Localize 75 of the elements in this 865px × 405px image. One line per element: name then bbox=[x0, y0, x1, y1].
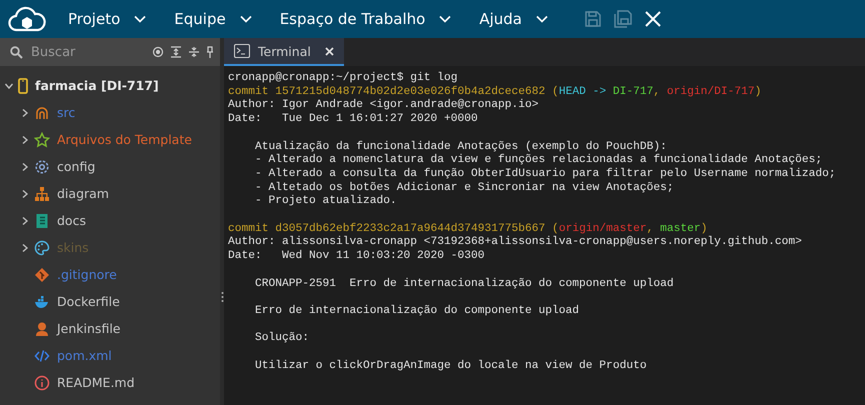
chevron-icon[interactable] bbox=[20, 108, 30, 118]
folder-item[interactable]: docs bbox=[57, 213, 86, 228]
folder-item[interactable]: Arquivos do Template bbox=[57, 132, 192, 147]
terminal-text: ) bbox=[754, 86, 762, 98]
chevron-down-icon bbox=[536, 15, 548, 23]
project-name[interactable]: farmacia [DI-717] bbox=[35, 78, 159, 93]
menu-item[interactable]: Ajuda bbox=[467, 0, 558, 38]
menu-item[interactable]: Projeto bbox=[56, 0, 156, 38]
pin-icon[interactable] bbox=[206, 46, 214, 58]
terminal-tab[interactable]: Terminal bbox=[224, 38, 344, 66]
arch-icon bbox=[34, 104, 50, 120]
terminal-text: ) bbox=[700, 222, 708, 235]
chevron-down-icon bbox=[134, 15, 146, 23]
terminal-text: commit 1571215d048774b02d2e03e026f0b4a2dcece682 ( bbox=[228, 86, 559, 98]
code-icon bbox=[34, 348, 50, 364]
star-icon bbox=[34, 132, 50, 148]
drag-handle-icon[interactable] bbox=[220, 290, 224, 302]
terminal-text: CRONAPP-2591 Erro de internacionalização do componente upload bbox=[254, 278, 674, 290]
folder-item[interactable]: diagram bbox=[57, 186, 109, 201]
file-item[interactable]: Dockerfile bbox=[57, 294, 120, 309]
chevron-icon[interactable] bbox=[20, 188, 30, 198]
tab-label: Terminal bbox=[258, 44, 311, 58]
save-all-icon bbox=[614, 10, 632, 28]
chevron-icon[interactable] bbox=[20, 134, 30, 144]
expand-all-icon[interactable] bbox=[170, 46, 182, 58]
terminal-text: - Alterado a nomenclatura da view e funções relacionadas a funcionalidade Anotações; bbox=[254, 154, 822, 166]
terminal-text: , bbox=[653, 86, 662, 98]
terminal-text: Utilizar o clickOrDragAnImage do locale na view de Produto bbox=[254, 360, 647, 372]
hierarchy-icon bbox=[34, 186, 50, 202]
terminal-text: - Altetado os botões Adicionar e Sincroniar na view Anotações; bbox=[254, 182, 674, 194]
whale-icon bbox=[34, 294, 50, 310]
terminal-text: commit d3057db62ebf2233c2a17a9644d374931775b667 ( bbox=[228, 222, 559, 235]
file-item[interactable]: README.md bbox=[57, 375, 135, 390]
terminal-text: , bbox=[646, 222, 654, 235]
menu-item[interactable]: Espaço de Trabalho bbox=[268, 0, 462, 38]
search-input[interactable]: Buscar bbox=[29, 44, 146, 60]
chevron-down-icon bbox=[240, 15, 252, 23]
close-icon bbox=[644, 10, 662, 28]
locate-icon[interactable] bbox=[152, 46, 164, 58]
chevron-icon[interactable] bbox=[20, 162, 30, 172]
search-field[interactable]: Buscar bbox=[0, 38, 220, 66]
terminal-text: Erro de internacionalização do componente upload bbox=[254, 304, 580, 317]
folder-item[interactable]: config bbox=[57, 159, 96, 174]
search-icon bbox=[10, 46, 23, 58]
menu-item[interactable]: Equipe bbox=[162, 0, 262, 38]
chevron-down-icon bbox=[439, 15, 452, 23]
person-icon bbox=[34, 320, 50, 336]
save-icon bbox=[584, 10, 602, 28]
settings-icon bbox=[34, 158, 50, 174]
close-icon[interactable] bbox=[324, 46, 334, 56]
terminal-text: Date: Tue Dec 1 16:01:27 2020 +0000 bbox=[228, 113, 478, 126]
chevron-icon[interactable] bbox=[20, 242, 30, 252]
terminal-text: DI-717 bbox=[612, 86, 654, 98]
terminal-text: origin/DI-717 bbox=[666, 86, 755, 98]
collapse-all-icon[interactable] bbox=[188, 46, 200, 58]
info-icon bbox=[34, 374, 50, 390]
cloud-logo-icon bbox=[8, 4, 46, 34]
terminal-text: Author: Igor Andrade <igor.andrade@cronapp.io> bbox=[228, 99, 539, 112]
terminal-text: origin/master bbox=[558, 222, 647, 235]
terminal-text: master bbox=[660, 222, 701, 235]
chevron-icon[interactable] bbox=[20, 216, 30, 226]
terminal-text: HEAD -> bbox=[558, 86, 608, 98]
palette-icon bbox=[34, 240, 50, 256]
terminal-text: Atualização da funcionalidade Anotações (exemplo do PouchDB): bbox=[254, 140, 667, 152]
file-item[interactable]: Jenkinsfile bbox=[57, 321, 120, 336]
terminal-text: Date: Wed Nov 11 10:03:20 2020 -0300 bbox=[228, 250, 485, 262]
phone-icon bbox=[18, 78, 28, 94]
terminal-icon bbox=[234, 44, 250, 58]
diamond-icon bbox=[34, 266, 50, 282]
terminal-text: - Alterado a consulta da função ObterIdUsuario para filtrar pelo Username normalizado; bbox=[254, 168, 836, 180]
terminal-text: - Projeto atualizado. bbox=[254, 195, 397, 208]
book-icon bbox=[34, 212, 50, 228]
terminal-text: Solução: bbox=[254, 332, 310, 344]
terminal-text: cronapp@cronapp:~/project$ git log bbox=[228, 72, 458, 84]
terminal-text: Author: alissonsilva-cronapp <73192368+alissonsilva-cronapp@users.noreply.github.com> bbox=[228, 236, 802, 248]
